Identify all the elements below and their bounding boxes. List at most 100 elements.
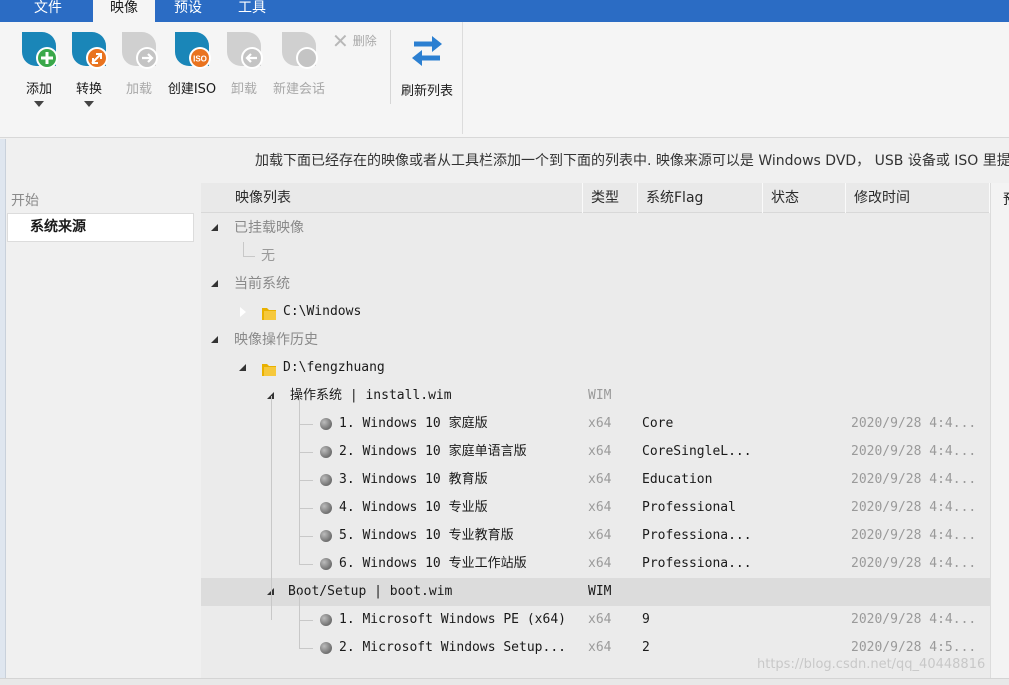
image-flag: Professional (642, 500, 736, 515)
wim-row-boot[interactable]: Boot/Setup | boot.wim WIM (201, 578, 990, 606)
create-iso-label: 创建ISO (167, 82, 217, 97)
image-name: 2. Microsoft Windows Setup... (339, 640, 566, 655)
tree-group-mounted[interactable]: 已挂载映像 (201, 214, 990, 242)
delete-label: 删除 (352, 34, 377, 48)
image-arch: x64 (588, 640, 612, 655)
tree-group-current[interactable]: 当前系统 (201, 270, 990, 298)
tree-group-history[interactable]: 映像操作历史 (201, 326, 990, 354)
tree-line (299, 508, 313, 509)
col-extra-label: 预 (1003, 189, 1009, 209)
table-row[interactable]: 1. Microsoft Windows PE (x64) x64 9 2020/9/… (201, 606, 990, 634)
svg-text:ISO: ISO (193, 55, 207, 64)
image-flag: 2 (642, 640, 650, 655)
image-flag: Core (642, 416, 674, 431)
tree-item-current-system[interactable]: C:\Windows (201, 298, 990, 326)
col-extra[interactable]: 预 (990, 183, 1009, 678)
mount-button[interactable]: 加载 (116, 28, 162, 97)
image-flag: CoreSingleL... (642, 444, 752, 459)
disc-mount-icon (118, 28, 160, 70)
image-modified: 2020/9/28 4:4... (851, 416, 977, 431)
table-row[interactable]: 2. Windows 10 家庭单语言版 x64 CoreSingleL... 202… (201, 438, 990, 466)
chevron-down-icon[interactable] (84, 101, 94, 107)
disk-image-icon (320, 530, 332, 542)
tree-line (299, 536, 313, 537)
image-arch: x64 (588, 556, 612, 571)
ribbon-divider (462, 22, 463, 134)
refresh-icon (406, 30, 448, 72)
image-arch: x64 (588, 416, 612, 431)
table-row[interactable]: 3. Windows 10 教育版 x64 Education 2020/9/28 4… (201, 466, 990, 494)
image-arch: x64 (588, 472, 612, 487)
tab-file[interactable]: 文件 (18, 0, 78, 22)
image-name: 6. Windows 10 专业工作站版 (339, 556, 527, 571)
table-row[interactable]: 4. Windows 10 专业版 x64 Professional 2020/9/2… (201, 494, 990, 522)
path-label: D:\fengzhuang (283, 360, 385, 375)
disc-add-icon (18, 28, 60, 70)
image-arch: x64 (588, 612, 612, 627)
new-session-button[interactable]: 新建会话 (270, 28, 328, 97)
image-name: 1. Windows 10 家庭版 (339, 416, 488, 431)
disk-image-icon (320, 502, 332, 514)
unmount-button[interactable]: 卸载 (221, 28, 267, 97)
add-button[interactable]: 添加 (16, 28, 62, 107)
expand-arrow-icon[interactable] (211, 280, 219, 288)
wim-row-install[interactable]: 操作系统 | install.wim WIM (201, 382, 990, 410)
image-name: 2. Windows 10 家庭单语言版 (339, 444, 527, 459)
status-bar (0, 678, 1009, 685)
unmount-label: 卸载 (230, 82, 257, 97)
start-label: 开始 (11, 193, 39, 209)
watermark: https://blog.csdn.net/qq_40448816 (757, 657, 986, 672)
folder-icon (262, 308, 276, 320)
convert-label: 转换 (75, 82, 102, 97)
tree-item-none: 无 (201, 242, 990, 270)
ribbon-toolbar: 添加 转换 加载 ISO 创建ISO 卸载 新建会话 ✕ 删除 刷新列表 (0, 22, 1009, 138)
tree-line (299, 452, 313, 453)
disk-image-icon (320, 642, 332, 654)
disk-image-icon (320, 614, 332, 626)
tree-item-history-path[interactable]: D:\fengzhuang (201, 354, 990, 382)
table-row[interactable]: 1. Windows 10 家庭版 x64 Core 2020/9/28 4:4... (201, 410, 990, 438)
mount-label: 加载 (125, 82, 152, 97)
col-name[interactable]: 映像列表 (201, 183, 583, 213)
disk-image-icon (320, 418, 332, 430)
image-arch: x64 (588, 500, 612, 515)
image-flag: 9 (642, 612, 650, 627)
disc-convert-icon (68, 28, 110, 70)
delete-button[interactable]: ✕ 删除 (332, 28, 377, 53)
image-modified: 2020/9/28 4:4... (851, 528, 977, 543)
tree-line (299, 396, 300, 564)
expand-arrow-icon[interactable] (211, 224, 219, 232)
tree-line (271, 396, 272, 620)
image-modified: 2020/9/28 4:4... (851, 472, 977, 487)
image-name: 4. Windows 10 专业版 (339, 500, 488, 515)
path-label: C:\Windows (283, 304, 362, 319)
col-flag[interactable]: 系统Flag (638, 183, 763, 213)
wim-type: WIM (588, 584, 612, 599)
table-row[interactable]: 6. Windows 10 专业工作站版 x64 Professiona... 202… (201, 550, 990, 578)
tree-line (299, 620, 313, 621)
close-icon: ✕ (332, 28, 349, 53)
image-flag: Education (642, 472, 713, 487)
expand-arrow-icon[interactable] (239, 364, 247, 372)
col-modified[interactable]: 修改时间 (846, 183, 990, 213)
col-status[interactable]: 状态 (763, 183, 846, 213)
sidebar-item-system-source[interactable]: 系统来源 (7, 213, 194, 242)
table-row[interactable]: 5. Windows 10 专业教育版 x64 Professiona... 2020… (201, 522, 990, 550)
tab-presets[interactable]: 预设 (160, 0, 216, 22)
wim-name: Boot/Setup | boot.wim (288, 584, 453, 599)
expand-arrow-icon[interactable] (211, 336, 219, 344)
convert-button[interactable]: 转换 (66, 28, 112, 107)
disc-unmount-icon (223, 28, 265, 70)
group-label: 映像操作历史 (234, 332, 318, 348)
chevron-down-icon[interactable] (34, 101, 44, 107)
image-modified: 2020/9/28 4:4... (851, 556, 977, 571)
create-iso-button[interactable]: ISO 创建ISO (165, 28, 219, 97)
image-list-table: 映像列表 类型 系统Flag 状态 修改时间 已挂载映像 无 当前系统 C:\W… (201, 183, 990, 678)
refresh-button[interactable]: 刷新列表 (396, 30, 458, 99)
tab-tools[interactable]: 工具 (224, 0, 280, 22)
collapsed-arrow-icon[interactable] (239, 306, 247, 318)
col-type[interactable]: 类型 (583, 183, 638, 213)
hint-text: 加载下面已经存在的映像或者从工具栏添加一个到下面的列表中. 映像来源可以是 Wi… (255, 153, 1009, 169)
folder-icon (262, 364, 276, 376)
tab-image[interactable]: 映像 (93, 0, 155, 22)
